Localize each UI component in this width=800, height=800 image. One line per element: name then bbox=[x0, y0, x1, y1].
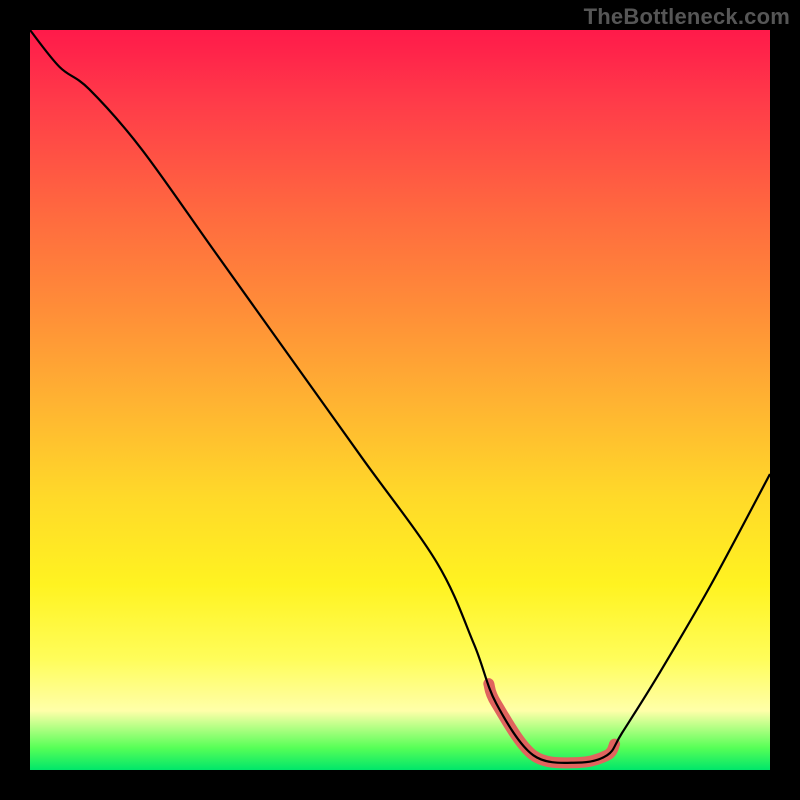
chart-frame: TheBottleneck.com bbox=[0, 0, 800, 800]
curve-svg bbox=[30, 30, 770, 770]
curve-line bbox=[30, 30, 770, 763]
plot-area bbox=[30, 30, 770, 770]
watermark-text: TheBottleneck.com bbox=[584, 4, 790, 30]
